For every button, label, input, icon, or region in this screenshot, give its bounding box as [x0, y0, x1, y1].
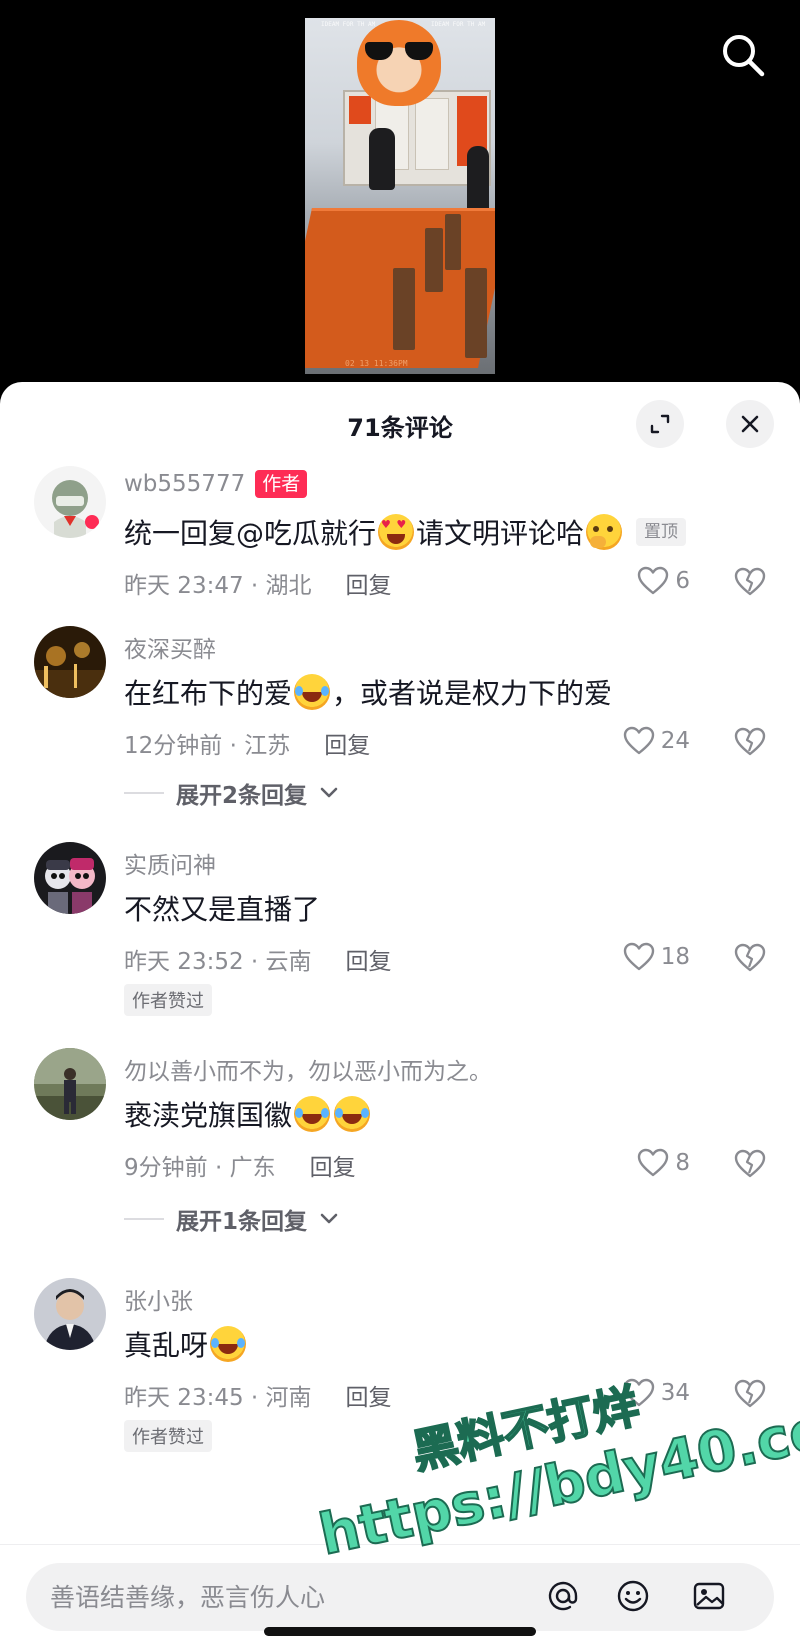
divider [124, 792, 164, 794]
like-button[interactable]: 24 [623, 726, 690, 756]
comment-time-location: 昨天 23:45 · 河南 [124, 1385, 312, 1411]
like-button[interactable]: 18 [623, 942, 690, 972]
reply-button[interactable]: 回复 [346, 942, 392, 976]
like-button[interactable]: 6 [637, 566, 690, 596]
author-liked-badge: 作者赞过 [124, 984, 212, 1016]
expand-icon[interactable] [636, 400, 684, 448]
expand-replies-button[interactable]: 展开1条回复 [124, 1202, 339, 1236]
laughing-crying-emoji-icon [334, 1096, 371, 1132]
reply-button[interactable]: 回复 [346, 566, 392, 600]
heart-outline-icon [638, 1148, 669, 1177]
like-button[interactable]: 8 [637, 1148, 690, 1178]
avatar[interactable] [34, 842, 106, 914]
video-area: IDEAM FOR TH AM IDEAM FOR TH AM 02 13 11… [0, 0, 800, 390]
comment-username[interactable]: wb555777 [124, 471, 245, 497]
like-count: 34 [660, 1380, 690, 1406]
comment-text: 统一回复@吃瓜就行 请文明评论哈 置顶 [124, 512, 687, 552]
comment-username[interactable]: 实质问神 [124, 846, 216, 880]
comment-time-location: 12分钟前 · 江苏 [124, 733, 291, 759]
comment-username[interactable]: 张小张 [124, 1282, 193, 1316]
broken-heart-icon[interactable] [734, 726, 766, 758]
broken-heart-icon[interactable] [734, 566, 766, 598]
avatar[interactable] [34, 466, 106, 538]
comment-text: 在红布下的爱 ，或者说是权力下的爱 [124, 672, 612, 712]
heart-outline-icon [623, 1378, 654, 1407]
video-header-right: IDEAM FOR TH AM [431, 21, 486, 28]
pinned-badge: 置顶 [636, 518, 687, 546]
comment-sheet: 71条评论 wb555777 作者 统一回复@吃瓜就行 ♥ ♥ 请文明评论哈 置… [0, 382, 800, 1646]
like-count: 24 [660, 728, 690, 754]
image-icon[interactable] [692, 1579, 726, 1613]
comment-username[interactable]: 勿以善小而不为，勿以恶小而为之。 [124, 1052, 492, 1086]
heart-outline-icon [623, 726, 654, 755]
comment-time-location: 9分钟前 · 广东 [124, 1155, 276, 1181]
comment-time-location: 昨天 23:47 · 湖北 [124, 573, 312, 599]
video-thumbnail[interactable]: IDEAM FOR TH AM IDEAM FOR TH AM 02 13 11… [305, 18, 495, 374]
author-liked-badge: 作者赞过 [124, 1420, 212, 1452]
home-indicator [264, 1627, 536, 1636]
video-header-left: IDEAM FOR TH AM [321, 21, 376, 28]
search-icon[interactable] [718, 30, 768, 80]
at-icon[interactable] [546, 1579, 580, 1613]
broken-heart-icon[interactable] [734, 942, 766, 974]
avatar[interactable] [34, 1048, 106, 1120]
chevron-down-icon [320, 1213, 338, 1224]
comment-text: 亵渎党旗国徽 [124, 1094, 372, 1134]
divider [124, 1218, 164, 1220]
avatar[interactable] [34, 626, 106, 698]
laughing-crying-emoji-icon [210, 1326, 247, 1362]
comment-time-location: 昨天 23:52 · 云南 [124, 949, 312, 975]
like-button[interactable]: 34 [623, 1378, 690, 1408]
reply-button[interactable]: 回复 [324, 726, 370, 760]
laughing-crying-emoji-icon [294, 1096, 331, 1132]
comment-input[interactable] [26, 1563, 774, 1631]
comment-username[interactable]: 夜深买醉 [124, 630, 216, 664]
thinking-emoji-icon [586, 514, 623, 550]
expand-replies-button[interactable]: 展开2条回复 [124, 776, 339, 810]
expand-replies-label: 展开1条回复 [176, 1209, 308, 1235]
comment-list[interactable]: wb555777 作者 统一回复@吃瓜就行 请文明评论哈 置顶 昨天 23:47… [0, 466, 800, 1544]
person-figure [369, 128, 395, 190]
reply-button[interactable]: 回复 [310, 1148, 356, 1182]
heart-outline-icon [623, 942, 654, 971]
broken-heart-icon[interactable] [734, 1148, 766, 1180]
comment-text: 真乱呀 [124, 1324, 248, 1364]
avatar[interactable] [34, 1278, 106, 1350]
like-count: 6 [675, 568, 690, 594]
broken-heart-icon[interactable] [734, 1378, 766, 1410]
video-timestamp: 02 13 11:36PM [345, 359, 408, 368]
heart-outline-icon [638, 566, 669, 595]
emoji-icon[interactable] [616, 1579, 650, 1613]
reply-button[interactable]: 回复 [346, 1378, 392, 1412]
like-count: 8 [675, 1150, 690, 1176]
expand-replies-label: 展开2条回复 [176, 783, 308, 809]
chevron-down-icon [320, 787, 338, 798]
like-count: 18 [660, 944, 690, 970]
comment-text: 不然又是直播了 [124, 893, 321, 926]
sticker-mascot [357, 20, 441, 106]
author-badge: 作者 [255, 470, 308, 498]
sheet-header: 71条评论 [0, 382, 800, 466]
heart-eyes-emoji-icon [378, 514, 415, 550]
laughing-crying-emoji-icon [294, 674, 331, 710]
close-icon[interactable] [726, 400, 774, 448]
comment-input-bar [0, 1544, 800, 1646]
